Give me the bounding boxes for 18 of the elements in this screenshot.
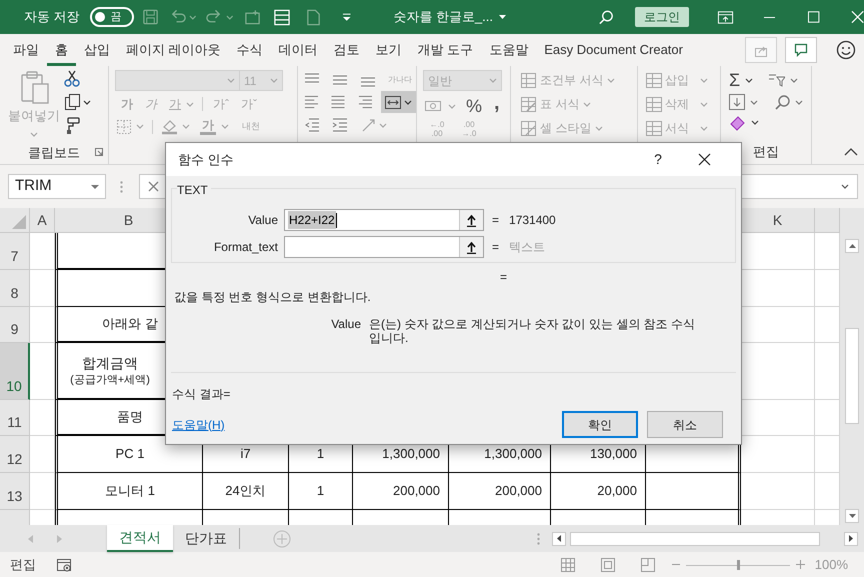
equals-sign: = bbox=[492, 239, 500, 256]
argument-description: 은(는) 숫자 값으로 계산되거나 숫자 값이 있는 셀의 참조 수식입니다. bbox=[369, 317, 696, 345]
argument-label: Format_text bbox=[212, 239, 279, 256]
equals-sign: = bbox=[492, 212, 500, 229]
cell-text: (공급가액+세액) bbox=[70, 373, 150, 388]
autosave-label: 자동 저장 bbox=[24, 8, 80, 26]
argument-result: 1731400 bbox=[509, 212, 556, 229]
equals-sign: = bbox=[500, 269, 508, 285]
argument-result: 텍스트 bbox=[509, 239, 546, 256]
argument-label: Value bbox=[247, 212, 279, 229]
dialog-title: 함수 인수 bbox=[178, 150, 234, 169]
function-description: 값을 특정 번호 형식으로 변환합니다. bbox=[174, 289, 372, 306]
group-label: 클립보드 bbox=[28, 144, 80, 162]
argument-name: Value bbox=[330, 317, 362, 333]
status-mode: 편집 bbox=[10, 556, 36, 574]
input-value: H22+I22 bbox=[288, 211, 336, 229]
cell-text: 합계금액 bbox=[82, 354, 138, 373]
group-label: 편집 bbox=[753, 143, 779, 161]
